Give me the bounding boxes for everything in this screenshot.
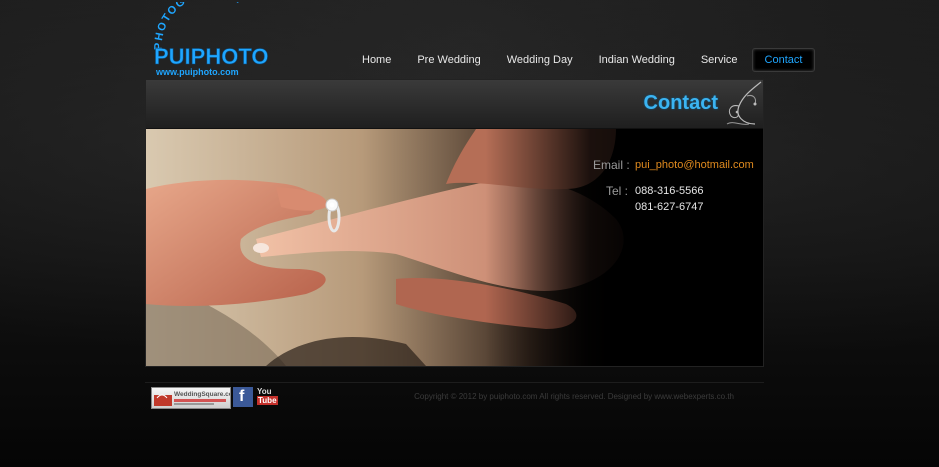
site-logo[interactable]: PHOTOGRAPHER PUIPHOTO www.puiphoto.com: [150, 0, 270, 78]
tel-number-2: 081-627-6747: [635, 201, 704, 213]
weddingsquare-badge[interactable]: WeddingSquare.com: [151, 387, 239, 409]
facebook-icon: f: [239, 388, 245, 405]
weddingsquare-logo-icon: WeddingSquare.com: [154, 391, 239, 406]
footer: WeddingSquare.com f You Tube Copyright ©…: [145, 382, 764, 413]
email-label: Email :: [593, 158, 630, 172]
youtube-icon-top: You: [257, 387, 272, 396]
tel-label: Tel :: [606, 184, 629, 198]
nav-service[interactable]: Service: [689, 49, 750, 71]
logo-graphic: PHOTOGRAPHER PUIPHOTO www.puiphoto.com: [153, 0, 269, 77]
floral-ornament-icon: [726, 81, 762, 125]
nav-home[interactable]: Home: [350, 49, 403, 71]
svg-text:PHOTOGRAPHER: PHOTOGRAPHER: [153, 2, 244, 50]
facebook-button[interactable]: f: [233, 387, 253, 407]
tel-number-1: 088-316-5566: [635, 185, 704, 197]
svg-text:WeddingSquare.com: WeddingSquare.com: [174, 391, 230, 398]
nav-pre-wedding[interactable]: Pre Wedding: [405, 49, 492, 71]
page-title: Contact: [643, 92, 718, 114]
nav-contact[interactable]: Contact: [751, 48, 816, 72]
youtube-icon-bottom: Tube: [257, 396, 278, 405]
copyright-text: Copyright © 2012 by puiphoto.com All rig…: [414, 392, 734, 401]
youtube-button[interactable]: You Tube: [257, 387, 278, 407]
logo-arc-text: PHOTOGRAPHER: [153, 0, 243, 50]
nav-indian-wedding[interactable]: Indian Wedding: [587, 49, 687, 71]
content-panel: Contact Email: pui_photo@hotmail.com Te…: [145, 79, 764, 367]
title-bar: Contact: [146, 80, 763, 129]
main-nav: Home Pre Wedding Wedding Day Indian Wedd…: [350, 48, 817, 72]
logo-name: PUIPHOTO: [154, 44, 269, 69]
logo-url: www.puiphoto.com: [155, 67, 239, 77]
email-link[interactable]: pui_photo@hotmail.com: [635, 159, 754, 171]
nav-wedding-day[interactable]: Wedding Day: [495, 49, 585, 71]
contact-info: Email : pui_photo@hotmail.com Tel : 088-…: [591, 158, 761, 228]
